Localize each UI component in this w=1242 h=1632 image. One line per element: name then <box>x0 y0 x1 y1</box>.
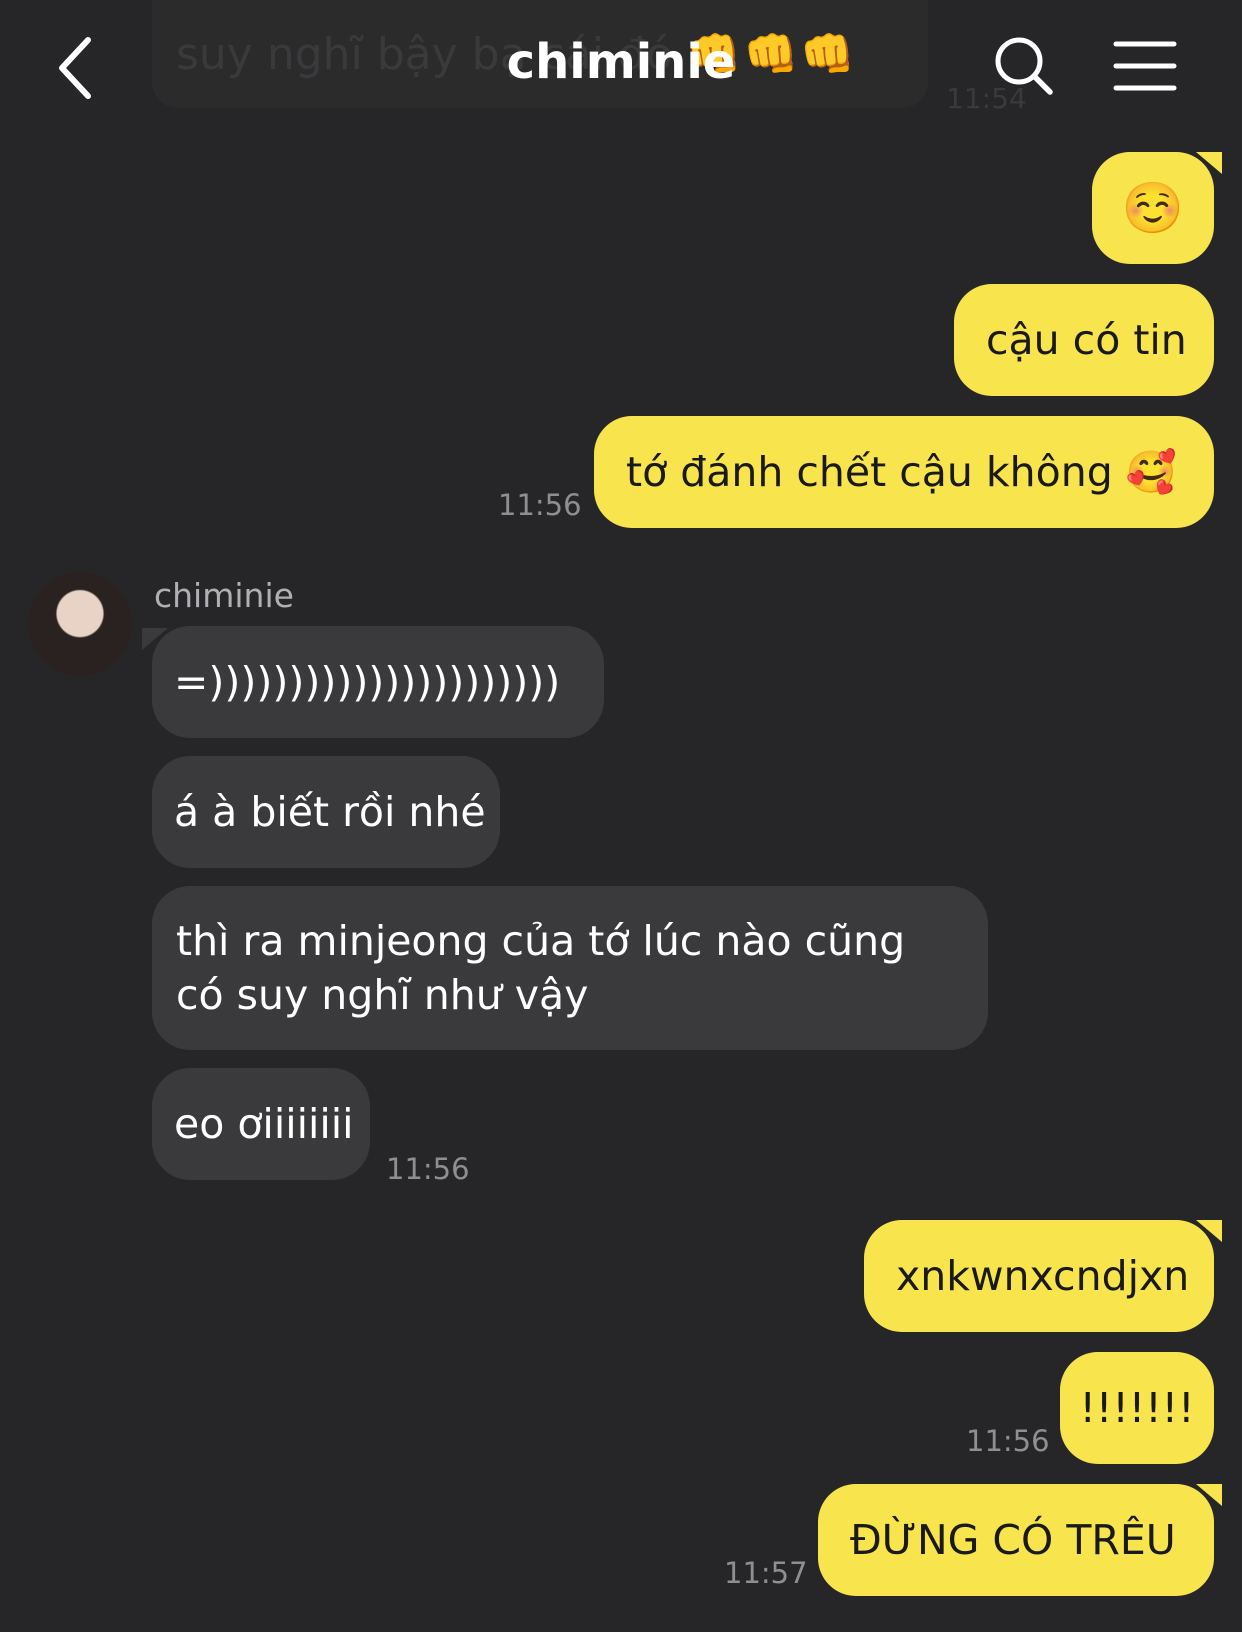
avatar[interactable] <box>28 572 132 676</box>
their-message-bubble[interactable]: á à biết rồi nhé <box>152 756 500 868</box>
their-message-bubble[interactable]: eo ơiiiiiiii <box>152 1068 370 1180</box>
message-text: thì ra minjeong của tớ lúc nào cũng có s… <box>176 917 906 1019</box>
message-timestamp: 11:56 <box>498 488 582 522</box>
message-text: =)))))))))))))))))))))) <box>174 658 561 706</box>
my-message-bubble[interactable]: tớ đánh chết cậu không 🥰 <box>594 416 1214 528</box>
message-text: !!!!!!! <box>1079 1384 1195 1432</box>
message-timestamp: 11:57 <box>724 1556 808 1590</box>
menu-button[interactable] <box>1112 36 1178 96</box>
message-text: á à biết rồi nhé <box>174 788 486 836</box>
my-message-bubble[interactable]: !!!!!!! <box>1060 1352 1214 1464</box>
message-text: cậu có tin <box>986 316 1187 364</box>
message-text: ☺️ <box>1121 178 1185 237</box>
my-message-bubble[interactable]: xnkwnxcndjxn <box>864 1220 1214 1332</box>
sender-name: chiminie <box>154 576 294 615</box>
message-text: eo ơiiiiiiii <box>174 1100 354 1148</box>
my-message-bubble[interactable]: ☺️ <box>1092 152 1214 264</box>
message-text: xnkwnxcndjxn <box>896 1252 1190 1300</box>
message-text: tớ đánh chết cậu không 🥰 <box>626 447 1177 496</box>
message-timestamp: 11:56 <box>386 1152 470 1186</box>
my-message-bubble[interactable]: cậu có tin <box>954 284 1214 396</box>
hamburger-menu-icon <box>1113 41 1177 91</box>
message-text: ĐỪNG CÓ TRÊU <box>850 1516 1176 1564</box>
message-timestamp: 11:56 <box>966 1424 1050 1458</box>
their-message-bubble[interactable]: thì ra minjeong của tớ lúc nào cũng có s… <box>152 886 988 1050</box>
their-message-bubble[interactable]: =)))))))))))))))))))))) <box>152 626 604 738</box>
search-icon <box>995 37 1053 95</box>
my-message-bubble[interactable]: ĐỪNG CÓ TRÊU <box>818 1484 1214 1596</box>
search-button[interactable] <box>992 34 1056 98</box>
